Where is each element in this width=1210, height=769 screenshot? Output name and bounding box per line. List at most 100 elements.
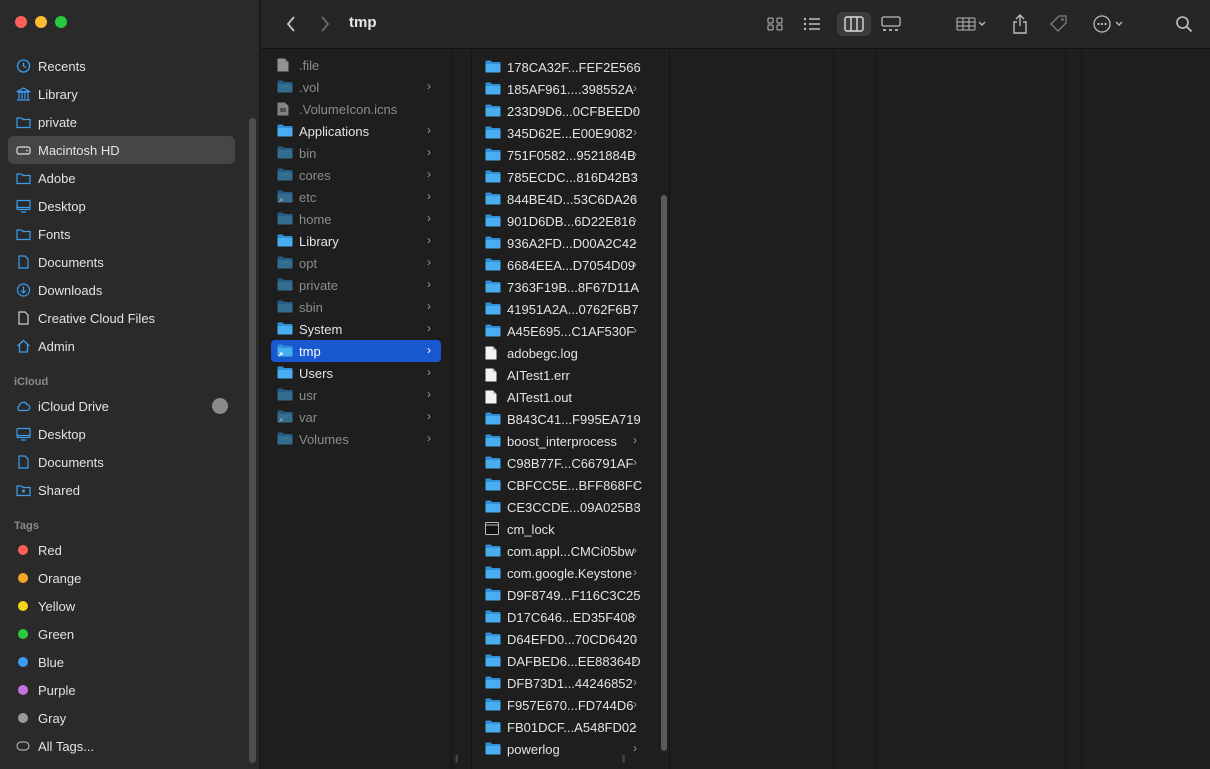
- gallery-view-button[interactable]: [877, 12, 905, 36]
- file-row[interactable]: B843C41...F995EA719 ›: [479, 408, 647, 430]
- file-row[interactable]: DAFBED6...EE88364D ›: [479, 650, 647, 672]
- sidebar-tag[interactable]: Red: [0, 536, 260, 564]
- file-row[interactable]: AITest1.err: [479, 364, 647, 386]
- file-row[interactable]: CE3CCDE...09A025B3 ›: [479, 496, 647, 518]
- file-row[interactable]: usr ›: [271, 384, 441, 406]
- tags-button[interactable]: [1047, 12, 1071, 36]
- file-row[interactable]: adobegc.log: [479, 342, 647, 364]
- close-window-button[interactable]: [15, 16, 27, 28]
- action-menu-button[interactable]: [1089, 12, 1129, 36]
- file-name: etc: [299, 189, 317, 205]
- list-view-button[interactable]: [799, 12, 825, 36]
- file-row[interactable]: tmp ›: [271, 340, 441, 362]
- file-row[interactable]: 936A2FD...D00A2C42 ›: [479, 232, 647, 254]
- sidebar-tag[interactable]: Orange: [0, 564, 260, 592]
- file-row[interactable]: .VolumeIcon.icns: [271, 98, 441, 120]
- file-row[interactable]: var ›: [271, 406, 441, 428]
- file-row[interactable]: A45E695...C1AF530F ›: [479, 320, 647, 342]
- sidebar-item[interactable]: Documents: [0, 248, 260, 276]
- sidebar-scrollbar[interactable]: [249, 118, 256, 763]
- file-row[interactable]: System ›: [271, 318, 441, 340]
- sidebar-item[interactable]: Adobe: [0, 164, 260, 192]
- sidebar-item[interactable]: Documents: [0, 448, 260, 476]
- file-row[interactable]: 844BE4D...53C6DA26 ›: [479, 188, 647, 210]
- column-tmp-scrollbar[interactable]: [661, 195, 667, 751]
- file-row[interactable]: FB01DCF...A548FD02 ›: [479, 716, 647, 738]
- zoom-window-button[interactable]: [55, 16, 67, 28]
- chevron-right-icon: ›: [633, 499, 637, 513]
- file-row[interactable]: private ›: [271, 274, 441, 296]
- sidebar-item[interactable]: Admin: [0, 332, 260, 360]
- file-row[interactable]: Volumes ›: [271, 428, 441, 450]
- chevron-right-icon: ›: [633, 433, 637, 447]
- file-row[interactable]: 751F0582...9521884B ›: [479, 144, 647, 166]
- sidebar-item[interactable]: Creative Cloud Files: [0, 304, 260, 332]
- group-by-button[interactable]: [951, 12, 991, 36]
- sidebar-tag[interactable]: Yellow: [0, 592, 260, 620]
- file-row[interactable]: .file: [271, 54, 441, 76]
- file-row[interactable]: com.appl...CMCi05bw ›: [479, 540, 647, 562]
- file-row[interactable]: 6684EEA...D7054D09 ›: [479, 254, 647, 276]
- file-row[interactable]: cores ›: [271, 164, 441, 186]
- file-row[interactable]: C98B77F...C66791AF ›: [479, 452, 647, 474]
- file-row[interactable]: Library ›: [271, 230, 441, 252]
- file-name: bin: [299, 145, 317, 161]
- sidebar-item[interactable]: private: [0, 108, 260, 136]
- sidebar-item[interactable]: Desktop: [0, 192, 260, 220]
- forward-button[interactable]: [315, 12, 335, 36]
- sidebar-tag[interactable]: Gray: [0, 704, 260, 732]
- file-row[interactable]: Users ›: [271, 362, 441, 384]
- file-row[interactable]: sbin ›: [271, 296, 441, 318]
- file-row[interactable]: D64EFD0...70CD6420 ›: [479, 628, 647, 650]
- file-row[interactable]: 233D9D6...0CFBEED0 ›: [479, 100, 647, 122]
- folder-icon: [277, 212, 293, 225]
- sidebar-item[interactable]: Fonts: [0, 220, 260, 248]
- file-row[interactable]: 185AF961....398552A ›: [479, 78, 647, 100]
- file-row[interactable]: D17C646...ED35F408 ›: [479, 606, 647, 628]
- sidebar-item-label: Desktop: [38, 198, 86, 214]
- file-row[interactable]: cm_lock: [479, 518, 647, 540]
- sidebar-item[interactable]: Desktop: [0, 420, 260, 448]
- chevron-right-icon: ›: [633, 653, 637, 667]
- column-resize-handle[interactable]: ||: [455, 754, 458, 763]
- file-row[interactable]: 901D6DB...6D22E816 ›: [479, 210, 647, 232]
- shared-folder-icon: [16, 483, 31, 497]
- file-row[interactable]: home ›: [271, 208, 441, 230]
- minimize-window-button[interactable]: [35, 16, 47, 28]
- file-row[interactable]: .vol ›: [271, 76, 441, 98]
- file-row[interactable]: com.google.Keystone ›: [479, 562, 647, 584]
- sidebar-item[interactable]: Downloads: [0, 276, 260, 304]
- sidebar-item[interactable]: Shared: [0, 476, 260, 504]
- file-row[interactable]: 178CA32F...FEF2E566 ›: [479, 56, 647, 78]
- file-name: 751F0582...9521884B: [507, 147, 636, 163]
- file-row[interactable]: CBFCC5E...BFF868FC ›: [479, 474, 647, 496]
- sidebar-item[interactable]: iCloud Drive: [0, 392, 260, 420]
- column-view-button[interactable]: [837, 12, 871, 36]
- file-row[interactable]: AITest1.out: [479, 386, 647, 408]
- file-row[interactable]: DFB73D1...44246852 ›: [479, 672, 647, 694]
- sidebar-item[interactable]: Library: [0, 80, 260, 108]
- file-row[interactable]: 41951A2A...0762F6B7 ›: [479, 298, 647, 320]
- file-row[interactable]: opt ›: [271, 252, 441, 274]
- file-row[interactable]: D9F8749...F116C3C25 ›: [479, 584, 647, 606]
- sidebar-tag[interactable]: Purple: [0, 676, 260, 704]
- sidebar-tag[interactable]: Blue: [0, 648, 260, 676]
- file-row[interactable]: 785ECDC...816D42B3 ›: [479, 166, 647, 188]
- file-row[interactable]: 345D62E...E00E9082 ›: [479, 122, 647, 144]
- share-button[interactable]: [1009, 12, 1031, 36]
- icon-view-button[interactable]: [763, 12, 787, 36]
- search-button[interactable]: [1173, 12, 1195, 36]
- file-row[interactable]: Applications ›: [271, 120, 441, 142]
- file-row[interactable]: boost_interprocess ›: [479, 430, 647, 452]
- sidebar-item[interactable]: Recents: [0, 52, 260, 80]
- file-row[interactable]: F957E670...FD744D6 ›: [479, 694, 647, 716]
- window-title: tmp: [349, 14, 377, 31]
- column-resize-handle[interactable]: ||: [622, 754, 625, 763]
- all-tags-item[interactable]: All Tags...: [0, 732, 260, 760]
- file-row[interactable]: bin ›: [271, 142, 441, 164]
- sidebar-item[interactable]: Macintosh HD: [8, 136, 235, 164]
- file-row[interactable]: etc ›: [271, 186, 441, 208]
- sidebar-tag[interactable]: Green: [0, 620, 260, 648]
- file-row[interactable]: 7363F19B...8F67D11A ›: [479, 276, 647, 298]
- back-button[interactable]: [281, 12, 301, 36]
